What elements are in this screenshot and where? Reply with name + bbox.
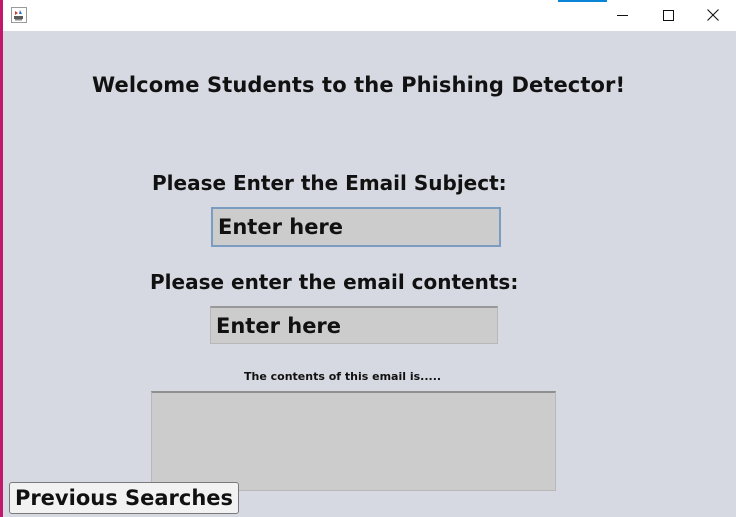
contents-label: Please enter the email contents:	[150, 270, 519, 294]
subject-label: Please Enter the Email Subject:	[152, 171, 507, 195]
close-button[interactable]	[690, 0, 736, 31]
java-coffee-cup-icon[interactable]	[11, 7, 27, 23]
contents-input[interactable]	[210, 306, 498, 344]
result-textarea[interactable]	[151, 391, 556, 491]
minimize-icon	[616, 6, 628, 25]
title-bar[interactable]	[3, 0, 736, 31]
result-label: The contents of this email is.....	[244, 370, 442, 383]
minimize-button[interactable]	[599, 0, 645, 31]
page-heading: Welcome Students to the Phishing Detecto…	[92, 73, 626, 97]
close-icon	[707, 6, 719, 25]
subject-input[interactable]	[211, 207, 501, 247]
maximize-icon	[662, 6, 674, 25]
main-panel: Welcome Students to the Phishing Detecto…	[3, 31, 736, 517]
previous-searches-button[interactable]: Previous Searches	[9, 482, 239, 514]
maximize-button[interactable]	[645, 0, 691, 31]
